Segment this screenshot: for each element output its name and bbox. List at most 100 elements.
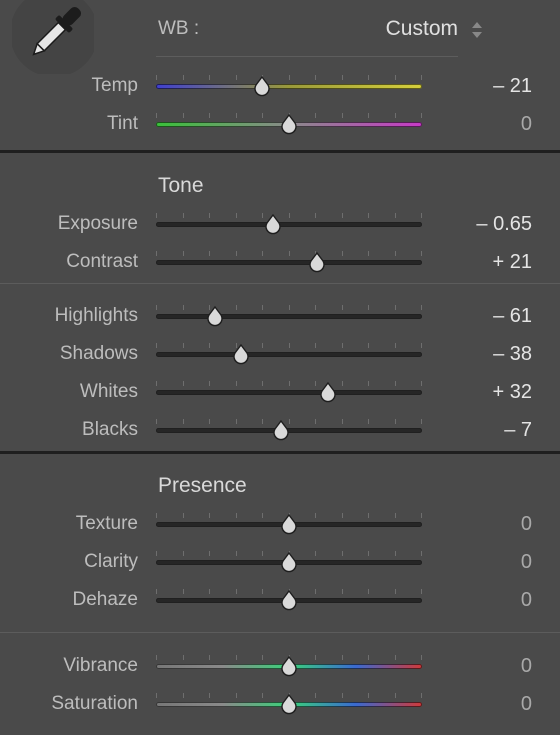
wb-label: WB : [158, 18, 200, 39]
tick-mark [182, 381, 184, 386]
texture-value[interactable]: 0 [521, 513, 532, 536]
tick-mark [156, 381, 157, 386]
highlights-thumb[interactable] [205, 305, 225, 327]
tick-mark [288, 381, 290, 386]
blacks-thumb[interactable] [271, 419, 291, 441]
tick-mark [421, 343, 422, 348]
tick-mark [421, 551, 422, 556]
tick-mark [315, 381, 316, 386]
tick-mark [182, 213, 184, 218]
tick-mark [421, 655, 422, 660]
vibrance-slider[interactable] [156, 655, 422, 679]
saturation-label: Saturation [51, 693, 138, 714]
temp-slider[interactable] [156, 75, 422, 99]
tint-value[interactable]: 0 [521, 113, 532, 136]
tick-mark [394, 113, 396, 118]
wb-preset-select[interactable]: Custom [386, 17, 458, 41]
clarity-thumb[interactable] [279, 551, 299, 573]
whites-track[interactable] [156, 390, 422, 395]
tick-mark [368, 551, 369, 556]
shadows-slider[interactable] [156, 343, 422, 367]
texture-slider[interactable] [156, 513, 422, 537]
tick-mark [341, 113, 343, 118]
vibrance-thumb[interactable] [279, 655, 299, 677]
tick-mark [368, 419, 369, 424]
tick-mark [235, 655, 237, 660]
wb-underline [156, 56, 458, 57]
whites-value[interactable]: + 32 [493, 381, 532, 404]
exposure-thumb[interactable] [263, 213, 283, 235]
temp-thumb[interactable] [252, 75, 272, 97]
tick-mark [235, 551, 237, 556]
tick-mark [182, 693, 184, 698]
tick-mark [262, 113, 263, 118]
tick-mark [341, 305, 343, 310]
whites-thumb[interactable] [318, 381, 338, 403]
texture-thumb[interactable] [279, 513, 299, 535]
updown-arrows-icon[interactable] [470, 19, 484, 41]
contrast-slider[interactable] [156, 251, 422, 275]
tick-mark [262, 589, 263, 594]
exposure-value[interactable]: – 0.65 [476, 213, 532, 236]
dehaze-slider[interactable] [156, 589, 422, 613]
tick-mark [341, 551, 343, 556]
tick-mark [209, 381, 210, 386]
tick-mark [209, 251, 210, 256]
tick-mark [209, 589, 210, 594]
tick-mark [341, 343, 343, 348]
shadows-value[interactable]: – 38 [493, 343, 532, 366]
saturation-value[interactable]: 0 [521, 693, 532, 716]
tick-mark [368, 75, 369, 80]
tick-mark [368, 381, 369, 386]
saturation-thumb[interactable] [279, 693, 299, 715]
highlights-slider[interactable] [156, 305, 422, 329]
tick-mark [262, 343, 263, 348]
tick-mark [262, 551, 263, 556]
tick-mark [156, 589, 157, 594]
temp-value[interactable]: – 21 [493, 75, 532, 98]
eyedropper-icon[interactable] [10, 0, 98, 77]
tick-mark [288, 251, 290, 256]
contrast-label: Contrast [66, 251, 138, 272]
vibrance-value[interactable]: 0 [521, 655, 532, 678]
tint-thumb[interactable] [279, 113, 299, 135]
clarity-value[interactable]: 0 [521, 551, 532, 574]
highlights-value[interactable]: – 61 [493, 305, 532, 328]
tick-mark [341, 213, 343, 218]
tick-mark [262, 305, 263, 310]
tick-mark [394, 693, 396, 698]
contrast-value[interactable]: + 21 [493, 251, 532, 274]
highlights-track[interactable] [156, 314, 422, 319]
tick-mark [209, 513, 210, 518]
dehaze-value[interactable]: 0 [521, 589, 532, 612]
contrast-thumb[interactable] [307, 251, 327, 273]
saturation-slider[interactable] [156, 693, 422, 717]
tick-mark [209, 551, 210, 556]
tick-mark [156, 305, 157, 310]
tint-slider[interactable] [156, 113, 422, 137]
shadows-track[interactable] [156, 352, 422, 357]
dehaze-thumb[interactable] [279, 589, 299, 611]
clarity-slider[interactable] [156, 551, 422, 575]
tick-mark [394, 513, 396, 518]
tick-mark [368, 589, 369, 594]
whites-slider[interactable] [156, 381, 422, 405]
tick-mark [235, 305, 237, 310]
shadows-thumb[interactable] [231, 343, 251, 365]
tick-mark [315, 343, 316, 348]
tone-subdivider [0, 283, 560, 284]
tick-mark [315, 551, 316, 556]
blacks-value[interactable]: – 7 [504, 419, 532, 442]
tick-mark [156, 251, 157, 256]
exposure-slider[interactable] [156, 213, 422, 237]
blacks-slider[interactable] [156, 419, 422, 443]
tick-mark [288, 305, 290, 310]
temp-track[interactable] [156, 84, 422, 89]
tick-mark [315, 419, 316, 424]
contrast-track[interactable] [156, 260, 422, 265]
exposure-track[interactable] [156, 222, 422, 227]
tick-mark [315, 513, 316, 518]
tick-mark [368, 655, 369, 660]
tick-mark [262, 693, 263, 698]
tick-mark [421, 251, 422, 256]
